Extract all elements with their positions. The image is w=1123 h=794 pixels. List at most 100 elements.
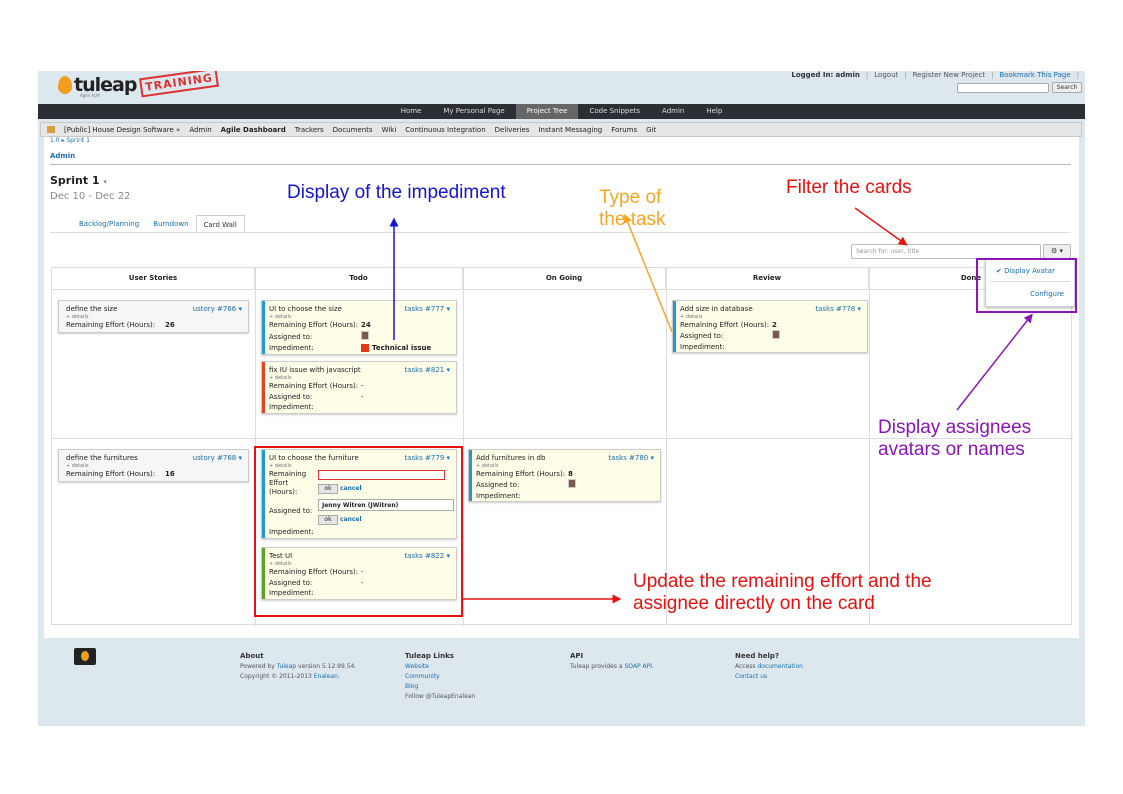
projnav-instant-messaging[interactable]: Instant Messaging xyxy=(538,126,602,134)
remaining-effort-value[interactable]: - xyxy=(361,568,364,576)
remaining-effort-value[interactable]: 26 xyxy=(165,321,175,329)
flame-icon xyxy=(81,651,89,661)
card-id[interactable]: tasks #777 ▾ xyxy=(404,305,450,313)
tuleap-logo[interactable]: tuleap Agile ALM TRAINING xyxy=(58,71,220,103)
card-title[interactable]: Test UI xyxy=(269,552,292,560)
bookmark-link[interactable]: Bookmark This Page xyxy=(999,71,1070,79)
details-toggle[interactable]: + details xyxy=(269,314,291,320)
community-link[interactable]: Community xyxy=(405,672,475,682)
avatar[interactable] xyxy=(772,330,780,339)
details-toggle[interactable]: + details xyxy=(269,561,291,567)
task-card-780[interactable]: Add furnitures in db tasks #780 ▾ + deta… xyxy=(468,449,661,502)
card-title[interactable]: fix IU issue with javascript xyxy=(269,366,361,374)
card-id[interactable]: tasks #780 ▾ xyxy=(608,454,654,462)
documentation-link[interactable]: documentation xyxy=(757,663,802,670)
site-search-input[interactable] xyxy=(957,83,1049,93)
remaining-effort-label: Remaining Effort (Hours): xyxy=(680,321,770,329)
website-link[interactable]: Website xyxy=(405,662,475,672)
nav-project-tree[interactable]: Project Tree xyxy=(515,104,579,119)
details-toggle[interactable]: + details xyxy=(476,463,498,469)
admin-link[interactable]: Admin xyxy=(50,152,75,160)
card-title[interactable]: define the furnitures xyxy=(66,454,138,462)
card-id[interactable]: ustory #766 ▾ xyxy=(193,305,242,313)
card-id[interactable]: tasks #822 ▾ xyxy=(404,552,450,560)
blog-link[interactable]: Blog xyxy=(405,682,475,692)
tab-backlog[interactable]: Backlog/Planning xyxy=(72,215,146,232)
tuleap-link[interactable]: Tuleap xyxy=(277,663,296,670)
soap-api-link[interactable]: SOAP API. xyxy=(624,663,653,670)
details-toggle[interactable]: + details xyxy=(680,314,702,320)
projnav-ci[interactable]: Continuous Integration xyxy=(405,126,485,134)
story-card-768[interactable]: define the furnitures ustory #768 ▾ + de… xyxy=(58,449,249,482)
card-id[interactable]: tasks #779 ▾ xyxy=(404,454,450,462)
story-card-766[interactable]: define the size ustory #766 ▾ + details … xyxy=(58,300,249,333)
assigned-value[interactable]: - xyxy=(361,579,364,587)
details-toggle[interactable]: + details xyxy=(66,314,88,320)
task-card-822[interactable]: Test UI tasks #822 ▾ + details Remaining… xyxy=(261,547,457,600)
projnav-admin[interactable]: Admin xyxy=(189,126,211,134)
cancel-link[interactable]: cancel xyxy=(340,516,362,523)
task-card-821[interactable]: fix IU issue with javascript tasks #821 … xyxy=(261,361,457,414)
impediment-label: Impediment: xyxy=(269,589,314,597)
nav-help[interactable]: Help xyxy=(695,104,733,119)
contact-link[interactable]: Contact us xyxy=(735,672,803,682)
page-title[interactable]: Sprint 1 ▾ xyxy=(50,174,107,187)
avatar[interactable] xyxy=(361,331,369,340)
projnav-wiki[interactable]: Wiki xyxy=(382,126,397,134)
task-card-777[interactable]: UI to choose the size tasks #777 ▾ + det… xyxy=(261,300,457,355)
card-id[interactable]: tasks #778 ▾ xyxy=(815,305,861,313)
remaining-effort-input[interactable] xyxy=(318,470,445,480)
assigned-value[interactable]: - xyxy=(361,393,364,401)
tab-card-wall[interactable]: Card Wall xyxy=(195,215,245,232)
logout-link[interactable]: Logout xyxy=(874,71,898,79)
gear-icon[interactable]: ⚙ ▾ xyxy=(1043,244,1071,259)
cancel-link[interactable]: cancel xyxy=(340,485,362,492)
configure-option[interactable]: Configure xyxy=(1030,290,1064,298)
card-title[interactable]: UI to choose the furniture xyxy=(269,454,359,462)
projnav-documents[interactable]: Documents xyxy=(333,126,373,134)
footer-logo[interactable] xyxy=(74,648,96,665)
nav-personal-page[interactable]: My Personal Page xyxy=(432,104,515,119)
project-name[interactable]: [Public] House Design Software » xyxy=(64,126,180,134)
nav-home[interactable]: Home xyxy=(390,104,433,119)
projnav-deliveries[interactable]: Deliveries xyxy=(495,126,530,134)
remaining-effort-value[interactable]: 8 xyxy=(568,470,573,478)
tab-burndown[interactable]: Burndown xyxy=(146,215,195,232)
ok-button[interactable]: ok xyxy=(318,515,338,525)
site-search-button[interactable]: Search xyxy=(1052,82,1082,93)
projnav-forums[interactable]: Forums xyxy=(611,126,637,134)
breadcrumb[interactable]: 1.0 ▸ Sprint 1 xyxy=(50,137,90,144)
card-id[interactable]: tasks #821 ▾ xyxy=(404,366,450,374)
card-title[interactable]: Add furnitures in db xyxy=(476,454,545,462)
remaining-effort-value[interactable]: 16 xyxy=(165,470,175,478)
card-title[interactable]: UI to choose the size xyxy=(269,305,342,313)
remaining-effort-value[interactable]: 2 xyxy=(772,321,777,329)
assignee-select[interactable]: Jenny Witren (JWitren) xyxy=(318,499,454,511)
ok-button[interactable]: ok xyxy=(318,484,338,494)
details-toggle[interactable]: + details xyxy=(269,463,291,469)
card-title[interactable]: define the size xyxy=(66,305,117,313)
remaining-effort-label: Remaining Effort (Hours): xyxy=(269,470,306,497)
nav-admin[interactable]: Admin xyxy=(651,104,695,119)
card-filter-input[interactable]: Search for: user, title xyxy=(851,244,1041,259)
nav-code-snippets[interactable]: Code Snippets xyxy=(578,104,651,119)
projnav-git[interactable]: Git xyxy=(646,126,656,134)
projnav-trackers[interactable]: Trackers xyxy=(295,126,324,134)
remaining-effort-value[interactable]: 24 xyxy=(361,321,371,329)
projnav-agile-dashboard[interactable]: Agile Dashboard xyxy=(221,126,286,134)
avatar[interactable] xyxy=(568,479,576,488)
chevron-down-icon[interactable]: ▾ xyxy=(103,178,107,186)
enalean-link[interactable]: Enalean. xyxy=(314,673,340,680)
card-id[interactable]: ustory #768 ▾ xyxy=(193,454,242,462)
task-card-778[interactable]: Add size in database tasks #778 ▾ + deta… xyxy=(672,300,868,353)
details-toggle[interactable]: + details xyxy=(66,463,88,469)
column-divider xyxy=(255,268,256,626)
display-avatar-option[interactable]: ✔ Display Avatar xyxy=(996,267,1055,275)
remaining-effort-value[interactable]: - xyxy=(361,382,364,390)
card-title[interactable]: Add size in database xyxy=(680,305,753,313)
task-card-779[interactable]: UI to choose the furniture tasks #779 ▾ … xyxy=(261,449,457,539)
register-project-link[interactable]: Register New Project xyxy=(913,71,986,79)
top-navigation: Home My Personal Page Project Tree Code … xyxy=(38,104,1085,119)
details-toggle[interactable]: + details xyxy=(269,375,291,381)
tab-bar: Backlog/Planning Burndown Card Wall xyxy=(72,215,245,232)
